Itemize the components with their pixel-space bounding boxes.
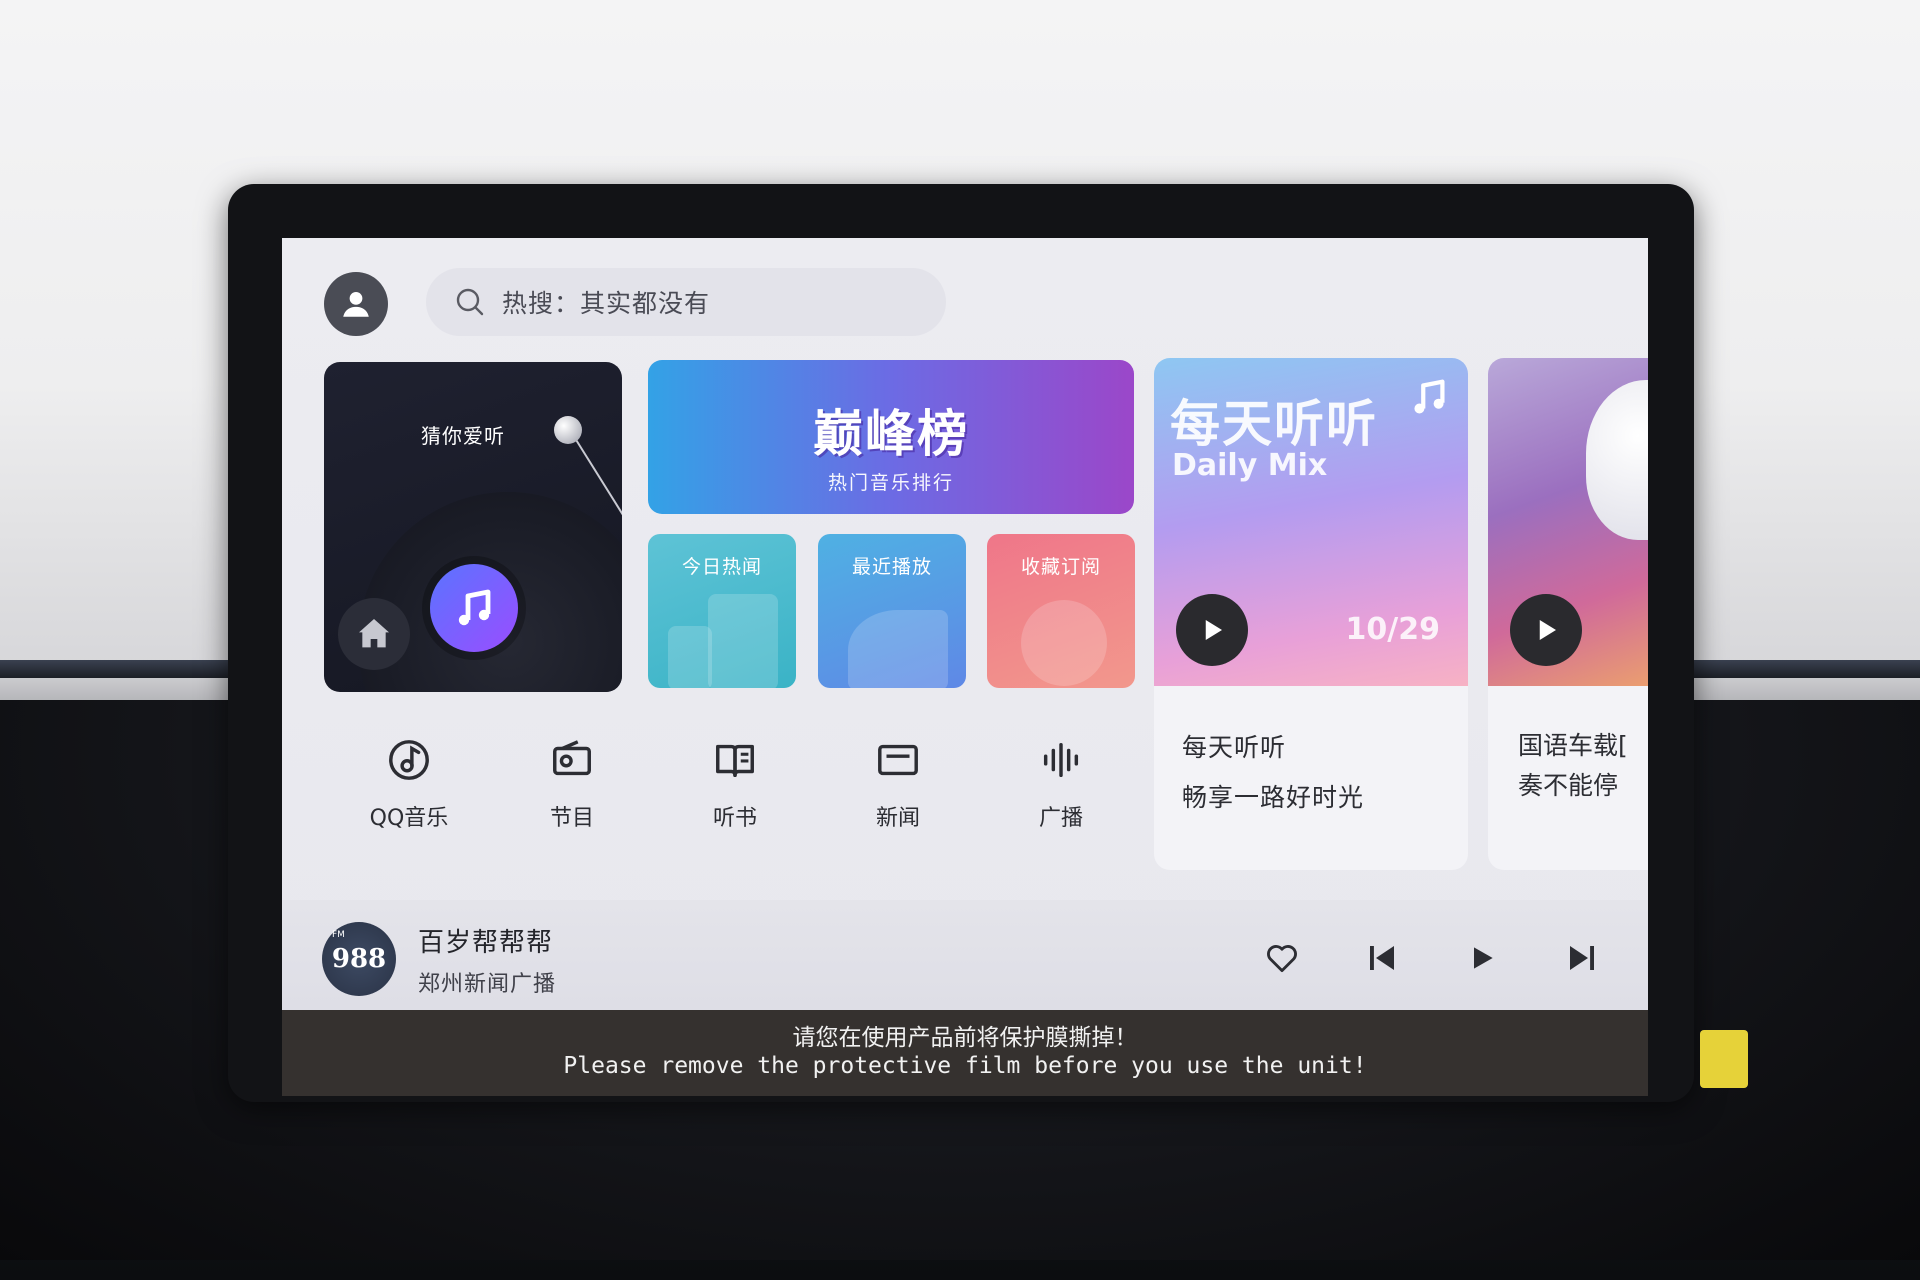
play-button[interactable] bbox=[1458, 934, 1506, 982]
protective-film-notice: 请您在使用产品前将保护膜撕掉！ Please remove the protec… bbox=[282, 1024, 1648, 1080]
home-icon bbox=[359, 619, 389, 648]
category-program[interactable]: 节目 bbox=[497, 732, 647, 832]
daily-mix-play-button[interactable] bbox=[1176, 594, 1248, 666]
category-label: 节目 bbox=[549, 806, 594, 831]
notice-chinese: 请您在使用产品前将保护膜撕掉！ bbox=[792, 1025, 1138, 1051]
daily-mix-description: 畅享一路好时光 bbox=[1182, 783, 1365, 812]
tile-label: 最近播放 bbox=[851, 556, 932, 578]
now-playing-subtitle: 郑州新闻广播 bbox=[418, 972, 557, 997]
tile-decoration bbox=[1021, 600, 1107, 686]
car-playlist-cover bbox=[1488, 358, 1648, 686]
tile-favorites[interactable]: 收藏订阅 bbox=[987, 534, 1135, 688]
car-playlist-card[interactable]: 国语车载[ 奏不能停 bbox=[1488, 358, 1648, 870]
category-label: 听书 bbox=[712, 806, 757, 831]
search-placeholder: 热搜：其实都没有 bbox=[502, 289, 711, 318]
tile-decoration bbox=[668, 626, 712, 688]
now-playing-bar[interactable]: 988 FM 百岁帮帮帮 郑州新闻广播 bbox=[282, 900, 1648, 1010]
now-playing-title: 百岁帮帮帮 bbox=[418, 928, 554, 958]
news-icon bbox=[878, 744, 918, 776]
skip-next-icon bbox=[1570, 946, 1594, 970]
daily-mix-title-en: Daily Mix bbox=[1172, 448, 1328, 483]
search-bar[interactable]: 热搜：其实都没有 bbox=[426, 268, 946, 336]
category-label: 广播 bbox=[1038, 806, 1083, 831]
category-label: QQ音乐 bbox=[369, 806, 449, 831]
user-avatar[interactable] bbox=[324, 272, 388, 336]
category-row: QQ音乐 节目 听书 新闻 广播 bbox=[324, 732, 1144, 882]
peak-chart-title: 巅峰榜 bbox=[813, 405, 969, 463]
car-playlist-play-button[interactable] bbox=[1510, 594, 1582, 666]
favorite-button[interactable] bbox=[1258, 934, 1306, 982]
daily-mix-date: 10/29 bbox=[1345, 612, 1440, 647]
car-playlist-description: 奏不能停 bbox=[1518, 771, 1619, 800]
music-note-button[interactable] bbox=[430, 564, 518, 652]
car-playlist-name: 国语车载[ bbox=[1518, 731, 1628, 760]
category-qq-music[interactable]: QQ音乐 bbox=[334, 732, 484, 832]
home-button[interactable] bbox=[338, 598, 410, 670]
tile-recent-played[interactable]: 最近播放 bbox=[818, 534, 966, 688]
daily-mix-card[interactable]: 每天听听 Daily Mix 10/29 每天听听 畅享一路好时光 bbox=[1154, 358, 1468, 870]
search-icon bbox=[456, 288, 484, 316]
broadcast-icon bbox=[1043, 742, 1079, 778]
category-audiobook[interactable]: 听书 bbox=[660, 732, 810, 832]
daily-mix-name: 每天听听 bbox=[1182, 733, 1287, 762]
daily-mix-cover: 每天听听 Daily Mix 10/29 bbox=[1154, 358, 1468, 686]
heart-icon bbox=[1267, 945, 1297, 973]
infotainment-screen: 热搜：其实都没有 猜你爱听 巅峰榜 热门音乐排行 今日热闻 最近播放 收藏订阅 … bbox=[282, 238, 1648, 1010]
audiobook-icon bbox=[716, 744, 754, 778]
play-icon bbox=[1205, 620, 1222, 640]
tile-label: 今日热闻 bbox=[681, 556, 762, 578]
peak-chart-subtitle: 热门音乐排行 bbox=[827, 472, 954, 494]
next-button[interactable] bbox=[1558, 934, 1606, 982]
film-pull-tab[interactable] bbox=[1700, 1030, 1748, 1088]
category-broadcast[interactable]: 广播 bbox=[986, 732, 1136, 832]
previous-button[interactable] bbox=[1358, 934, 1406, 982]
notice-english: Please remove the protective film before… bbox=[563, 1053, 1367, 1079]
play-icon bbox=[1474, 947, 1493, 969]
user-icon bbox=[343, 291, 369, 317]
category-label: 新闻 bbox=[875, 806, 920, 831]
tile-decoration bbox=[848, 610, 948, 688]
play-icon bbox=[1539, 620, 1556, 640]
category-news[interactable]: 新闻 bbox=[823, 732, 973, 832]
cover-character-graphic bbox=[1586, 380, 1648, 540]
qq-music-icon bbox=[389, 740, 429, 780]
peak-chart-banner[interactable]: 巅峰榜 热门音乐排行 bbox=[648, 360, 1134, 514]
daily-mix-title-cn: 每天听听 bbox=[1170, 395, 1378, 453]
tile-today-news[interactable]: 今日热闻 bbox=[648, 534, 796, 688]
station-logo-fm: FM bbox=[332, 930, 345, 940]
tile-label: 收藏订阅 bbox=[1020, 556, 1101, 578]
music-note-icon bbox=[1414, 379, 1445, 414]
station-logo-number: 988 bbox=[331, 944, 387, 974]
tonearm-knob bbox=[554, 416, 582, 444]
guess-you-like-card[interactable]: 猜你爱听 bbox=[324, 362, 622, 692]
radio-program-icon bbox=[553, 740, 591, 776]
music-note-icon bbox=[458, 589, 491, 626]
tile-decoration bbox=[708, 594, 778, 688]
skip-previous-icon bbox=[1370, 946, 1394, 970]
